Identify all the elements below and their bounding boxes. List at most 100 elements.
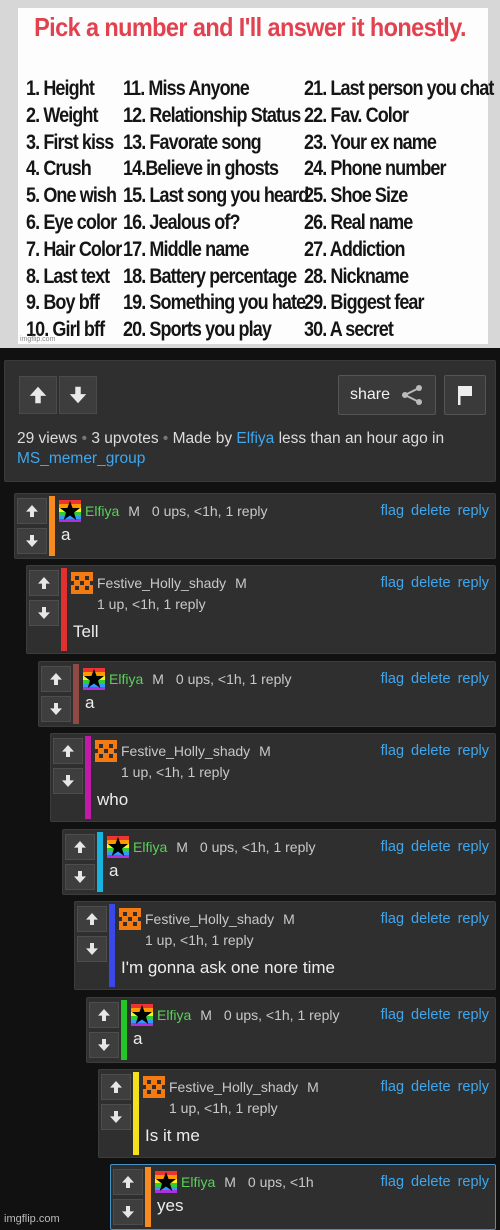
reply-link[interactable]: reply	[458, 839, 489, 855]
comment-vote-buttons	[29, 570, 59, 630]
comment-upvote-button[interactable]	[101, 1074, 131, 1100]
post-vote-buttons	[19, 376, 97, 414]
user-badge: M	[224, 1174, 236, 1190]
orange-pixel-avatar-icon	[143, 1076, 165, 1098]
reply-link[interactable]: reply	[458, 671, 489, 687]
rainbow-star-avatar-icon	[83, 668, 105, 690]
post-upvote-button[interactable]	[19, 376, 57, 414]
comment-downvote-button[interactable]	[65, 864, 95, 890]
delete-link[interactable]: delete	[411, 1007, 451, 1023]
flag-link[interactable]: flag	[381, 1174, 404, 1190]
comment-vote-buttons	[65, 834, 95, 894]
thread-depth-bar	[121, 1000, 127, 1060]
comment-header: Festive_Holly_shady M	[143, 1076, 331, 1098]
post-downvote-button[interactable]	[59, 376, 97, 414]
delete-link[interactable]: delete	[411, 743, 451, 759]
reply-link[interactable]: reply	[458, 575, 489, 591]
comment-username[interactable]: Elfiya	[109, 671, 143, 687]
flag-link[interactable]: flag	[381, 503, 404, 519]
delete-link[interactable]: delete	[411, 671, 451, 687]
comment-upvote-button[interactable]	[89, 1002, 119, 1028]
post-meta: 29 views • 3 upvotes • Made by Elfiya le…	[17, 430, 445, 467]
flag-link[interactable]: flag	[381, 743, 404, 759]
comment-downvote-button[interactable]	[41, 696, 71, 722]
comment-username[interactable]: Festive_Holly_shady	[97, 575, 226, 591]
flag-link[interactable]: flag	[381, 575, 404, 591]
post-time: less than an hour ago in	[278, 430, 445, 447]
arrow-down-icon	[62, 775, 74, 787]
comment-downvote-button[interactable]	[53, 768, 83, 794]
thread-depth-bar	[61, 568, 67, 651]
comment-downvote-button[interactable]	[101, 1104, 131, 1130]
reply-link[interactable]: reply	[458, 1007, 489, 1023]
comment-downvote-button[interactable]	[29, 600, 59, 626]
flag-link[interactable]: flag	[381, 911, 404, 927]
comment-username[interactable]: Elfiya	[133, 839, 167, 855]
delete-link[interactable]: delete	[411, 503, 451, 519]
comment-upvote-button[interactable]	[113, 1169, 143, 1195]
comment-downvote-button[interactable]	[113, 1199, 143, 1225]
user-badge: M	[259, 743, 271, 759]
comment-username[interactable]: Festive_Holly_shady	[145, 911, 274, 927]
comment-vote-buttons	[113, 1169, 143, 1229]
delete-link[interactable]: delete	[411, 911, 451, 927]
comment-username[interactable]: Elfiya	[157, 1007, 191, 1023]
flag-link[interactable]: flag	[381, 671, 404, 687]
comment-actions: flag delete reply	[381, 575, 489, 591]
comment-upvote-button[interactable]	[17, 498, 47, 524]
comment-actions: flag delete reply	[381, 743, 489, 759]
share-button[interactable]: share	[338, 375, 436, 415]
comment-username[interactable]: Festive_Holly_shady	[169, 1079, 298, 1095]
user-badge: M	[235, 575, 247, 591]
flag-link[interactable]: flag	[381, 1079, 404, 1095]
thread-depth-bar	[49, 496, 55, 556]
delete-link[interactable]: delete	[411, 575, 451, 591]
comment-username[interactable]: Elfiya	[85, 503, 119, 519]
orange-pixel-avatar-icon	[95, 740, 117, 762]
comment-downvote-button[interactable]	[77, 936, 107, 962]
comment-actions: flag delete reply	[381, 1007, 489, 1023]
flag-link[interactable]: flag	[381, 839, 404, 855]
delete-link[interactable]: delete	[411, 839, 451, 855]
reply-link[interactable]: reply	[458, 911, 489, 927]
arrow-down-icon	[26, 535, 38, 547]
flag-link[interactable]: flag	[381, 1007, 404, 1023]
stream-link[interactable]: MS_memer_group	[17, 450, 145, 467]
orange-pixel-avatar-icon	[71, 572, 93, 594]
comment-stats: 0 ups, <1h, 1 reply	[151, 503, 268, 519]
delete-link[interactable]: delete	[411, 1174, 451, 1190]
view-count: 29 views	[17, 430, 78, 447]
author-link[interactable]: Elfiya	[236, 430, 274, 447]
arrow-up-icon	[38, 577, 50, 589]
reply-link[interactable]: reply	[458, 1079, 489, 1095]
comment-upvote-button[interactable]	[65, 834, 95, 860]
comment-stats: 0 ups, <1h, 1 reply	[175, 671, 292, 687]
comment-vote-buttons	[89, 1002, 119, 1062]
reply-link[interactable]: reply	[458, 503, 489, 519]
question-column-1: 1. Height 2. Weight 3. First kiss 4. Crush 5…	[26, 76, 122, 344]
question-item: 10. Girl bff	[26, 317, 105, 341]
comment-username[interactable]: Elfiya	[181, 1174, 215, 1190]
reply-link[interactable]: reply	[458, 1174, 489, 1190]
reply-link[interactable]: reply	[458, 743, 489, 759]
comment-upvote-button[interactable]	[77, 906, 107, 932]
comment: Elfiya M 0 ups, <1h flag delete reply yes	[110, 1164, 496, 1230]
comment-username[interactable]: Festive_Holly_shady	[121, 743, 250, 759]
flag-post-button[interactable]	[444, 375, 486, 415]
arrow-up-icon	[26, 505, 38, 517]
thread-depth-bar	[145, 1167, 151, 1227]
comment-upvote-button[interactable]	[29, 570, 59, 596]
comment-stats: 1 up, <1h, 1 reply	[145, 932, 254, 948]
share-label: share	[349, 386, 391, 403]
comment-downvote-button[interactable]	[89, 1032, 119, 1058]
comment-upvote-button[interactable]	[53, 738, 83, 764]
user-badge: M	[128, 503, 140, 519]
comment-upvote-button[interactable]	[41, 666, 71, 692]
thread-depth-bar	[133, 1072, 139, 1155]
delete-link[interactable]: delete	[411, 1079, 451, 1095]
question-column-3: 21. Last person you chat 22. Fav. Color 23…	[304, 76, 494, 344]
arrow-up-icon	[122, 1176, 134, 1188]
orange-pixel-avatar-icon	[119, 908, 141, 930]
comment-downvote-button[interactable]	[17, 528, 47, 554]
comment-header: Festive_Holly_shady M	[119, 908, 307, 930]
